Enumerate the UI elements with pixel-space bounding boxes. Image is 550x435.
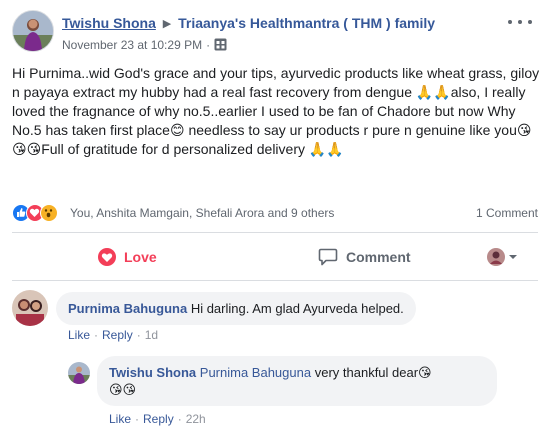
reply-author[interactable]: Twishu Shona [109,365,196,380]
reaction-audience-selector[interactable] [486,240,528,274]
love-label: Love [124,249,157,265]
post-header: Twishu Shona ▶ Triaanya's Healthmantra (… [62,15,502,31]
comment-button[interactable]: Comment [318,240,411,274]
post-meta: November 23 at 10:29 PM · [62,38,227,54]
comment-bubble: Purnima Bahuguna Hi darling. Am glad Ayu… [56,292,416,325]
post-actions: Love Comment [12,240,538,274]
meta-separator: · [206,38,211,52]
profile-chevron-down-icon [487,248,517,266]
group-icon [214,38,227,54]
reply-mention[interactable]: Purnima Bahuguna [200,365,311,380]
group-name-link[interactable]: Triaanya's Healthmantra ( THM ) family [178,15,435,31]
reply-time[interactable]: 22h [186,412,206,426]
post-text: Hi Purnima..wid God's grace and your tip… [12,65,540,157]
comment-count[interactable]: 1 Comment [476,206,538,220]
reply-like-button[interactable]: Like [109,412,131,426]
author-avatar[interactable] [12,10,54,52]
reply-bubble: Twishu Shona Purnima Bahuguna very thank… [97,356,497,406]
wow-reaction-icon [40,204,58,222]
comment-time[interactable]: 1d [145,328,158,342]
commenter-avatar[interactable] [12,290,48,326]
reply-line-1: Twishu Shona Purnima Bahuguna very thank… [109,364,485,381]
comment-like-button[interactable]: Like [68,328,90,342]
post-body: Hi Purnima..wid God's grace and your tip… [12,64,542,159]
comment-reply-button[interactable]: Reply [102,328,133,342]
comment-icon [318,248,338,266]
love-reaction-icon [98,248,116,266]
comment-label: Comment [346,249,411,265]
comment-actions: Like · Reply · 1d [68,328,159,342]
reaction-icons[interactable] [12,204,72,222]
divider [12,232,538,233]
reply-line-2: 😘😘 [109,382,137,397]
triangle-right-icon: ▶ [162,18,172,30]
divider [12,280,538,281]
reactions-summary: You, Anshita Mamgain, Shefali Arora and … [12,204,538,222]
comment-text: Hi darling. Am glad Ayurveda helped. [190,301,404,316]
reply-reply-button[interactable]: Reply [143,412,174,426]
post-timestamp[interactable]: November 23 at 10:29 PM [62,38,202,52]
author-name-link[interactable]: Twishu Shona [62,15,156,31]
comment-author[interactable]: Purnima Bahuguna [68,301,187,316]
reply-text: very thankful dear😘 [314,365,432,380]
reactors-list[interactable]: You, Anshita Mamgain, Shefali Arora and … [70,206,334,220]
love-button[interactable]: Love [98,240,157,274]
reply-actions: Like · Reply · 22h [109,412,206,426]
more-options-icon[interactable] [508,14,532,30]
feed-post: Twishu Shona ▶ Triaanya's Healthmantra (… [0,0,550,435]
reply-avatar[interactable] [68,362,90,384]
